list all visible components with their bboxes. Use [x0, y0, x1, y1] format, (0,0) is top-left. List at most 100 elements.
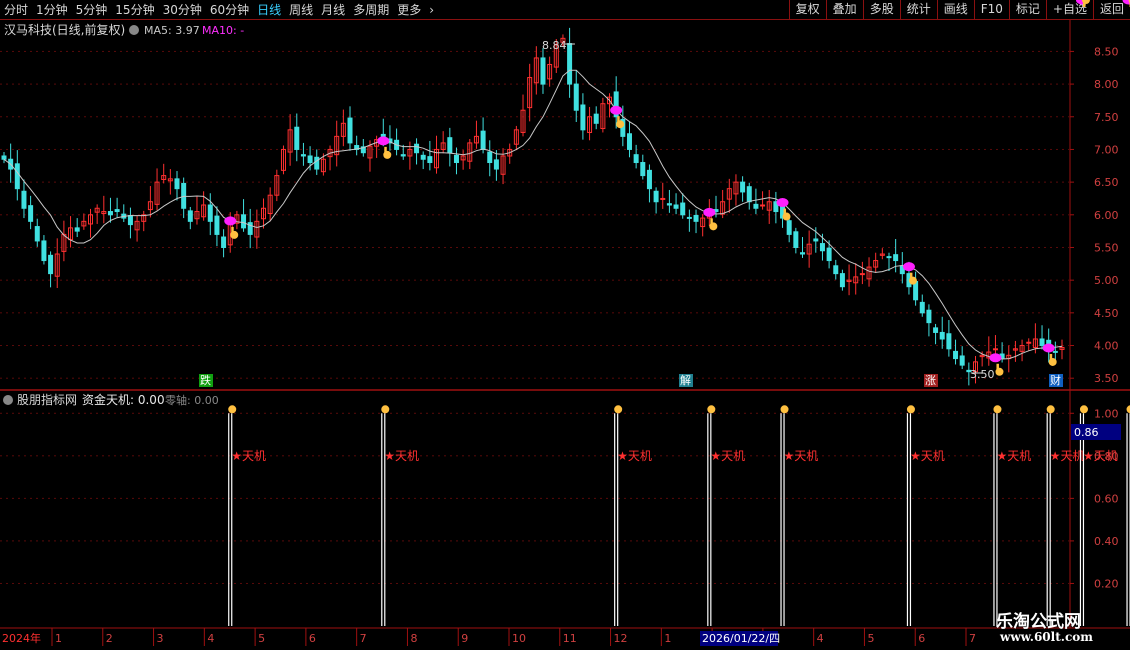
event-badge-label: 涨 — [925, 374, 936, 387]
candle-body — [1026, 341, 1032, 344]
cursor-date: 2026/01/22/四 — [702, 632, 780, 645]
signal-dot — [989, 353, 1002, 363]
hand-pointer-icon — [1079, 405, 1088, 414]
hand-pointer-icon — [906, 405, 915, 414]
candle-body — [294, 126, 300, 150]
settings-icon[interactable] — [129, 25, 139, 35]
chart-labels: 汉马科技(日线,前复权) MA5: 3.97 MA10: - 8.84 3.50… — [2, 22, 1121, 646]
hand-pointer-icon — [381, 405, 390, 414]
signal-label: ★天机 — [231, 449, 266, 463]
candle-body — [427, 156, 433, 164]
signal-label: ★天机 — [384, 449, 419, 463]
candle-body — [859, 273, 865, 276]
candle-body — [740, 181, 746, 193]
candle-body — [580, 104, 586, 131]
signal-dot — [703, 207, 716, 217]
candle-body — [241, 214, 247, 229]
candle-body — [487, 151, 493, 164]
candle-body — [21, 190, 27, 209]
candle-body — [214, 215, 220, 235]
candle-body — [666, 203, 672, 206]
candle-body — [420, 154, 426, 160]
candle-body — [1052, 350, 1058, 353]
indicator-tick-label: 0.80 — [1094, 450, 1119, 463]
signal-label: ★天机 — [784, 449, 819, 463]
month-label: 9 — [461, 632, 468, 645]
hand-pointer-finger — [231, 226, 234, 234]
candle-body — [493, 159, 499, 170]
signal-dot — [902, 262, 915, 272]
candle-body — [680, 202, 686, 216]
candle-body — [746, 186, 752, 203]
indicator-series-label: 资金天机: 0.00 — [82, 392, 165, 407]
candle-body — [686, 216, 692, 219]
candle-body — [400, 154, 406, 157]
candle-body — [28, 205, 34, 222]
candle-body — [926, 309, 932, 324]
stock-title: 汉马科技(日线,前复权) — [4, 22, 125, 37]
candle-body — [760, 204, 766, 207]
indicator-tick-label: 0.60 — [1094, 492, 1119, 505]
indicator-settings-icon[interactable] — [3, 395, 13, 405]
candle-body — [447, 137, 453, 154]
hand-pointer-finger — [384, 146, 387, 154]
candlestick-series — [1, 27, 1065, 386]
month-label: 5 — [867, 632, 874, 645]
candle-body — [626, 133, 632, 150]
candle-body — [48, 254, 54, 275]
candle-body — [114, 209, 120, 213]
hand-pointer-finger — [710, 218, 713, 226]
candle-body — [933, 327, 939, 333]
watermark-url: www.60lt.com — [1000, 630, 1093, 644]
signal-label: ★天机 — [710, 449, 745, 463]
price-tick-label: 3.50 — [1094, 372, 1119, 385]
price-tick-label: 5.50 — [1094, 241, 1119, 254]
candle-body — [380, 133, 386, 137]
hand-pointer-icon — [780, 405, 789, 414]
price-tick-label: 8.50 — [1094, 45, 1119, 58]
signal-dot — [377, 136, 390, 146]
hand-pointer-finger — [1082, 0, 1086, 7]
signal-dot — [1042, 343, 1055, 353]
candle-body — [660, 197, 666, 200]
candle-body — [799, 252, 805, 255]
candle-body — [34, 226, 40, 242]
hand-pointer-icon — [707, 405, 716, 414]
ma10-label: MA10: - — [202, 24, 244, 37]
month-label: 7 — [360, 632, 367, 645]
hand-pointer-finger — [1049, 353, 1053, 361]
year-label: 2024年 — [2, 631, 41, 645]
indicator-tick-label: 1.00 — [1094, 407, 1119, 420]
candle-body — [314, 156, 320, 170]
candle-body — [107, 211, 113, 216]
candle-body — [939, 331, 945, 340]
month-label: 8 — [410, 632, 417, 645]
candle-body — [187, 210, 193, 222]
candle-body — [181, 182, 187, 209]
zero-axis-label: 零轴: 0.00 — [165, 393, 219, 407]
kline-chart[interactable]: ★天机★天机★天机★天机★天机★天机★天机★天机★天机★天机 8.508.007… — [0, 0, 1130, 650]
candle-body — [673, 204, 679, 209]
candle-body — [833, 265, 839, 275]
candle-body — [453, 154, 459, 164]
candle-body — [753, 203, 759, 209]
chart-bg — [0, 21, 1130, 650]
signal-label: ★天机 — [996, 449, 1031, 463]
high-price-label: 8.84 — [542, 39, 567, 52]
candle-body — [919, 301, 925, 314]
price-tick-label: 7.00 — [1094, 143, 1119, 156]
month-label: 4 — [207, 632, 214, 645]
grid-lines — [0, 20, 1130, 650]
candle-body — [653, 190, 659, 203]
candle-body — [593, 113, 599, 124]
event-badge-label: 解 — [680, 373, 691, 387]
low-price-label: 3.50 — [970, 368, 995, 381]
candle-body — [819, 243, 825, 252]
candle-body — [567, 43, 573, 85]
hand-pointer-icon — [1046, 405, 1055, 414]
candle-body — [14, 163, 20, 190]
candle-body — [953, 350, 959, 360]
candle-body — [480, 130, 486, 150]
month-label: 1 — [55, 632, 62, 645]
watermark-title: 乐淘公式网 — [996, 612, 1081, 632]
